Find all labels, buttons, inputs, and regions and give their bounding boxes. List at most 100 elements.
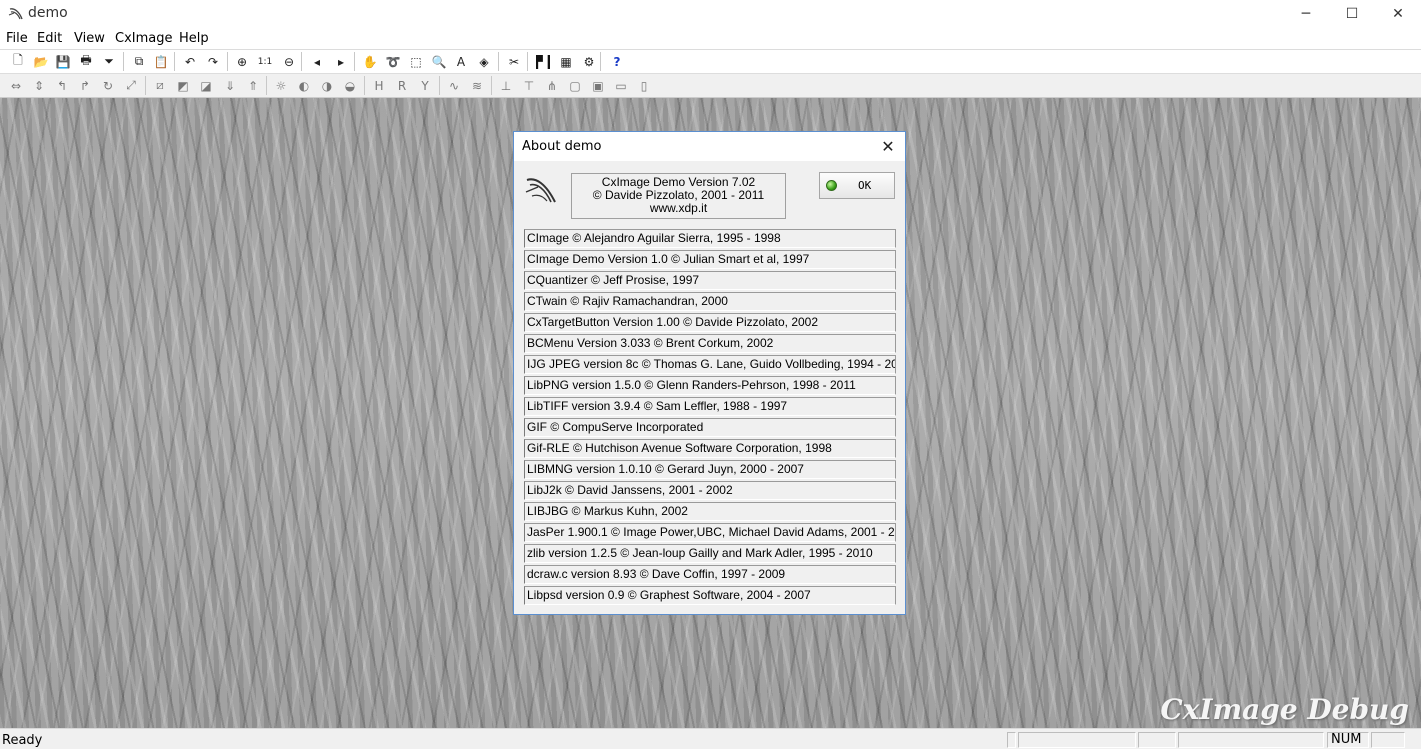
- rotate-right-button[interactable]: ↱: [76, 77, 94, 94]
- minimize-button[interactable]: ─: [1283, 0, 1329, 28]
- increase-bpp-button[interactable]: ⇑: [244, 77, 262, 94]
- magnifier-button[interactable]: 🔍: [430, 53, 448, 70]
- cximage-logo-icon: [525, 178, 556, 203]
- doc-copy-button[interactable]: ▣: [589, 77, 607, 94]
- credit-line: LIBMNG version 1.0.10 © Gerard Juyn, 200…: [524, 460, 896, 479]
- anchor-button[interactable]: ⊤: [520, 77, 538, 94]
- help-icon: ?: [613, 54, 621, 69]
- menu-help[interactable]: Help: [179, 31, 209, 46]
- filter-button[interactable]: ⏷: [100, 53, 118, 70]
- levels-button[interactable]: ≋: [468, 77, 486, 94]
- menu-bar: File Edit View CxImage Help: [0, 28, 1421, 50]
- colorize-icon: ◒: [344, 78, 356, 93]
- minimize-icon: ─: [1301, 6, 1311, 22]
- print-button[interactable]: 🖶: [77, 53, 95, 70]
- tools-button[interactable]: ✂: [505, 53, 523, 70]
- rotate-button[interactable]: ↻: [99, 77, 117, 94]
- status-pane: [1371, 732, 1405, 748]
- doc-button[interactable]: ▢: [566, 77, 584, 94]
- lasso-button[interactable]: ➰: [384, 53, 402, 70]
- toolbar-separator: [527, 52, 528, 71]
- filter-icon: ⏷: [104, 54, 114, 68]
- close-button[interactable]: ✕: [1375, 0, 1421, 28]
- toolbar-separator: [227, 52, 228, 71]
- doc-page-button[interactable]: ▭: [612, 77, 630, 94]
- credit-line: CxTargetButton Version 1.00 © Davide Piz…: [524, 313, 896, 332]
- text-button[interactable]: A: [452, 53, 470, 70]
- redo-button[interactable]: ↷: [204, 53, 222, 70]
- dialog-title-bar: About demo ✕: [514, 132, 905, 161]
- zoom-actual-button[interactable]: 1:1: [256, 53, 274, 70]
- next-frame-button[interactable]: ▸: [332, 53, 350, 70]
- skew-button[interactable]: ◩: [174, 77, 192, 94]
- zoom-out-button[interactable]: ⊖: [280, 53, 298, 70]
- maximize-button[interactable]: ☐: [1329, 0, 1375, 28]
- options-icon: ⚙: [583, 54, 595, 69]
- menu-file[interactable]: File: [6, 31, 28, 46]
- mirror-button[interactable]: ⇔: [7, 77, 25, 94]
- help-button[interactable]: ?: [608, 53, 626, 70]
- magnifier-icon: 🔍: [431, 54, 447, 69]
- fill-button[interactable]: ◈: [475, 53, 493, 70]
- histogram-button[interactable]: ▟: [534, 53, 552, 70]
- open-button[interactable]: 📂: [32, 53, 50, 70]
- pin-icon: ⊥: [500, 78, 512, 93]
- credit-line: LibPNG version 1.5.0 © Glenn Randers-Peh…: [524, 376, 896, 395]
- contrast-button[interactable]: ◐: [295, 77, 313, 94]
- pin-button[interactable]: ⊥: [497, 77, 515, 94]
- threshold-button[interactable]: ◑: [318, 77, 336, 94]
- ok-button[interactable]: OK: [819, 172, 895, 199]
- grid-button[interactable]: ▦: [557, 53, 575, 70]
- hand-button[interactable]: ✋: [361, 53, 379, 70]
- menu-view[interactable]: View: [74, 31, 105, 46]
- yuv-icon: Y: [421, 78, 429, 93]
- crop-button[interactable]: ⧄: [151, 77, 169, 94]
- skew-icon: ◩: [177, 78, 189, 93]
- menu-edit[interactable]: Edit: [37, 31, 62, 46]
- new-button[interactable]: 🗋: [9, 53, 27, 70]
- rgb-button[interactable]: R: [393, 77, 411, 94]
- light-button[interactable]: ☼: [272, 77, 290, 94]
- flip-icon: ⇕: [33, 78, 45, 93]
- menu-cximage[interactable]: CxImage: [115, 31, 172, 46]
- status-pane: [1018, 732, 1136, 748]
- rotate-left-button[interactable]: ↰: [53, 77, 71, 94]
- mirror-icon: ⇔: [10, 78, 22, 93]
- copy-button[interactable]: ⧉: [130, 53, 148, 70]
- options-button[interactable]: ⚙: [580, 53, 598, 70]
- doc-blank-button[interactable]: ▯: [635, 77, 653, 94]
- hsl-button[interactable]: H: [370, 77, 388, 94]
- ok-label: OK: [858, 179, 872, 192]
- flip-button[interactable]: ⇕: [30, 77, 48, 94]
- status-pane: [1007, 732, 1016, 748]
- redo-icon: ↷: [207, 54, 219, 69]
- increase-bpp-icon: ⇑: [247, 78, 259, 93]
- dialog-close-button[interactable]: ✕: [877, 136, 899, 156]
- undo-button[interactable]: ↶: [181, 53, 199, 70]
- tree-button[interactable]: ⋔: [543, 77, 561, 94]
- about-dialog: About demo ✕ CxImage Demo Version 7.02 ©…: [513, 131, 906, 615]
- credit-line: Libpsd version 0.9 © Graphest Software, …: [524, 586, 896, 605]
- toolbar-separator: [174, 52, 175, 71]
- curves-button[interactable]: ∿: [445, 77, 463, 94]
- zoom-in-button[interactable]: ⊕: [233, 53, 251, 70]
- contrast-icon: ◐: [298, 78, 310, 93]
- colorize-button[interactable]: ◒: [341, 77, 359, 94]
- decrease-bpp-button[interactable]: ⇓: [221, 77, 239, 94]
- toolbar-separator: [600, 52, 601, 71]
- yuv-button[interactable]: Y: [416, 77, 434, 94]
- hsl-icon: H: [374, 78, 384, 93]
- next-frame-icon: ▸: [337, 54, 345, 69]
- print-icon: 🖶: [80, 53, 92, 67]
- credit-line: dcraw.c version 8.93 © Dave Coffin, 1997…: [524, 565, 896, 584]
- prev-frame-button[interactable]: ◂: [308, 53, 326, 70]
- credit-line: CTwain © Rajiv Ramachandran, 2000: [524, 292, 896, 311]
- save-button[interactable]: 💾: [54, 53, 72, 70]
- light-icon: ☼: [275, 78, 287, 93]
- resample-button[interactable]: ⤢: [122, 77, 140, 94]
- text-icon: A: [456, 54, 466, 69]
- paste-button[interactable]: 📋: [152, 53, 170, 70]
- rect-select-button[interactable]: ⬚: [407, 53, 425, 70]
- rect-select-icon: ⬚: [410, 54, 422, 69]
- gradient-button[interactable]: ◪: [197, 77, 215, 94]
